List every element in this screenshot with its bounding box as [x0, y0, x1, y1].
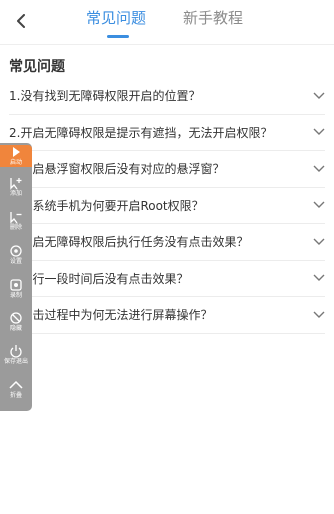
tab-faq[interactable]: 常见问题 — [86, 8, 146, 28]
faq-question: 1.没有找到无障碍权限开启的位置？ — [9, 89, 201, 104]
faq-item-3[interactable]: 3.开启悬浮窗权限后没有对应的悬浮窗？ — [9, 151, 325, 188]
chevron-down-icon — [313, 274, 325, 282]
settings-button[interactable]: 设置 — [0, 244, 32, 276]
record-label: 录制 — [9, 292, 22, 299]
faq-item-4[interactable]: 4.低系统手机为何要开启Root权限？ — [9, 188, 325, 224]
save-exit-label: 保存退出 — [3, 358, 28, 365]
add-tap-icon — [10, 178, 22, 190]
faq-question: 5.开启无障碍权限后执行任务没有点击效果？ — [9, 235, 249, 250]
chevron-down-icon — [313, 311, 325, 318]
chevron-down-icon — [313, 128, 325, 136]
faq-question: 7.点击过程中为何无法进行屏幕操作？ — [9, 308, 213, 323]
hide-icon — [10, 312, 22, 324]
collapse-label: 折叠 — [9, 392, 22, 399]
tab-active-indicator — [107, 35, 129, 38]
floating-control-panel[interactable]: 启动 添加 删除 设置 录制 隐藏 保存退出 折叠 — [0, 143, 32, 411]
record-button[interactable]: 录制 — [0, 278, 32, 310]
chevron-up-icon — [9, 380, 23, 389]
chevron-down-icon — [313, 238, 325, 245]
faq-question: 2.开启无障碍权限是提示有遮挡，无法开启权限？ — [9, 125, 273, 140]
chevron-down-icon — [313, 201, 325, 209]
start-button[interactable]: 启动 — [0, 145, 32, 167]
top-bar: 常见问题 新手教程 — [0, 0, 334, 44]
faq-question: 6.运行一段时间后没有点击效果？ — [9, 271, 189, 286]
settings-icon — [10, 245, 22, 257]
add-label: 添加 — [9, 190, 22, 197]
power-icon — [10, 345, 22, 358]
settings-label: 设置 — [9, 258, 22, 265]
play-icon — [13, 147, 20, 157]
chevron-left-icon — [17, 14, 25, 28]
header-divider — [0, 44, 334, 45]
faq-item-6[interactable]: 6.运行一段时间后没有点击效果？ — [9, 261, 325, 297]
chevron-down-icon — [313, 165, 325, 172]
faq-question: 4.低系统手机为何要开启Root权限？ — [9, 198, 204, 213]
collapse-button[interactable]: 折叠 — [0, 378, 32, 410]
record-icon — [10, 279, 22, 291]
tab-tutorial[interactable]: 新手教程 — [183, 8, 243, 28]
faq-item-7[interactable]: 7.点击过程中为何无法进行屏幕操作？ — [9, 297, 325, 334]
remove-tap-button[interactable]: 删除 — [0, 210, 32, 242]
remove-tap-icon — [10, 212, 22, 224]
start-label: 启动 — [9, 159, 22, 166]
chevron-down-icon — [313, 92, 325, 99]
back-button[interactable] — [8, 8, 34, 34]
faq-item-1[interactable]: 1.没有找到无障碍权限开启的位置？ — [9, 78, 325, 115]
hide-label: 隐藏 — [9, 325, 22, 332]
section-title: 常见问题 — [9, 59, 65, 75]
faq-item-2[interactable]: 2.开启无障碍权限是提示有遮挡，无法开启权限？ — [9, 115, 325, 151]
remove-label: 删除 — [9, 224, 22, 231]
faq-list: 1.没有找到无障碍权限开启的位置？ 2.开启无障碍权限是提示有遮挡，无法开启权限… — [0, 78, 334, 334]
faq-item-5[interactable]: 5.开启无障碍权限后执行任务没有点击效果？ — [9, 224, 325, 261]
faq-question: 3.开启悬浮窗权限后没有对应的悬浮窗？ — [9, 162, 225, 177]
add-tap-button[interactable]: 添加 — [0, 176, 32, 208]
save-exit-button[interactable]: 保存退出 — [0, 344, 32, 376]
hide-button[interactable]: 隐藏 — [0, 311, 32, 343]
